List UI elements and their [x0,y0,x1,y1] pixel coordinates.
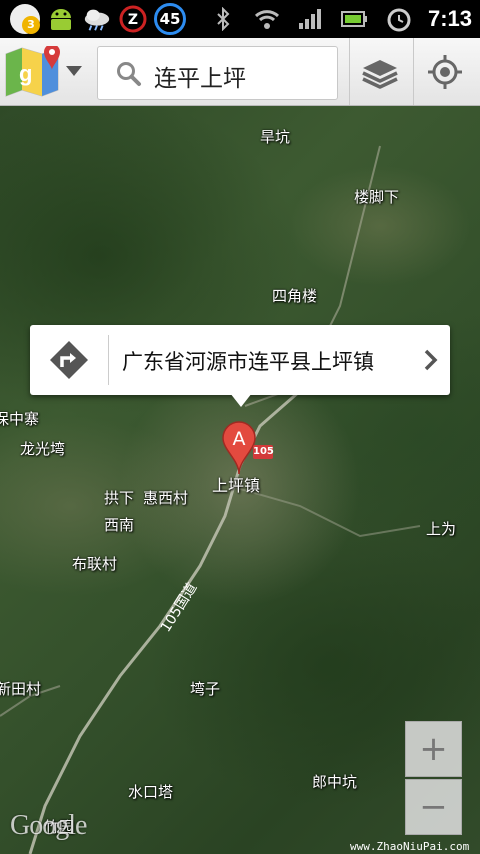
svg-text:Z: Z [128,12,138,28]
android-icon [46,4,76,34]
layers-button[interactable] [350,38,410,105]
place-label: 楼脚下 [354,188,400,206]
place-label: 郎中坑 [312,773,358,791]
road-label: 105国道 [158,580,201,635]
clock-time: 7:13 [427,6,472,31]
signal-strength-icon [296,4,326,34]
place-label: 拱下 [104,489,135,507]
route-number-badge: 105 [253,445,274,459]
place-label: 塆子 [190,680,221,698]
chevron-down-icon[interactable] [66,66,82,76]
toolbar-divider [413,38,414,105]
place-label: 旱坑 [260,128,291,146]
google-maps-logo-icon[interactable]: g [4,44,60,98]
zoom-controls: + − [405,721,462,836]
map-marker-icon[interactable]: A [221,420,257,476]
place-label: 布联村 [72,555,118,573]
place-label: 上为 [426,520,457,538]
battery-percent-circle: 45 [154,3,186,35]
callout-pointer [230,393,252,407]
bluetooth-icon [208,4,238,34]
place-label: 四角楼 [272,287,318,305]
place-info-callout[interactable]: 广东省河源市连平县上坪镇 [30,325,450,395]
zoom-out-button[interactable]: − [405,779,462,835]
search-icon [117,62,141,86]
zoom-in-button[interactable]: + [405,721,462,777]
wifi-icon [252,4,282,34]
search-query: 连平上坪 [154,66,246,92]
watermark-text: www.ZhaoNiuPai.com [350,840,470,853]
place-label: 龙光塆 [20,440,66,458]
place-label: 惠西村 [143,489,189,507]
marker-label: A [233,428,246,450]
notification-count: 3 [22,16,40,34]
callout-divider [108,335,109,385]
alarm-clock-icon [384,4,414,34]
svg-text:g: g [19,61,32,86]
my-location-button[interactable] [415,38,475,105]
place-label: 水口塔 [128,783,174,801]
place-label: 新田村 [0,680,42,698]
battery-icon [340,4,370,34]
weather-cloud-icon [82,4,112,34]
google-logo: Google [10,810,87,841]
maps-action-bar: g 连平上坪 [0,38,480,106]
sleep-alarm-icon: Z [118,4,148,34]
callout-address: 广东省河源市连平县上坪镇 [122,350,374,374]
my-location-icon [428,54,462,89]
directions-icon[interactable] [48,339,90,381]
notification-badge-icon: 3 [10,4,40,34]
chevron-right-icon[interactable] [422,347,440,373]
place-label: 保中寨 [0,410,40,428]
satellite-map[interactable]: 105国道 旱坑 楼脚下 四角楼 保中寨 龙光塆 上坪镇 拱下 惠西村 西南 上… [0,106,480,854]
status-bar: 3 Z 45 7:13 [0,0,480,38]
layers-icon [362,59,398,89]
place-label: 西南 [104,516,135,534]
search-input[interactable]: 连平上坪 [97,46,338,100]
